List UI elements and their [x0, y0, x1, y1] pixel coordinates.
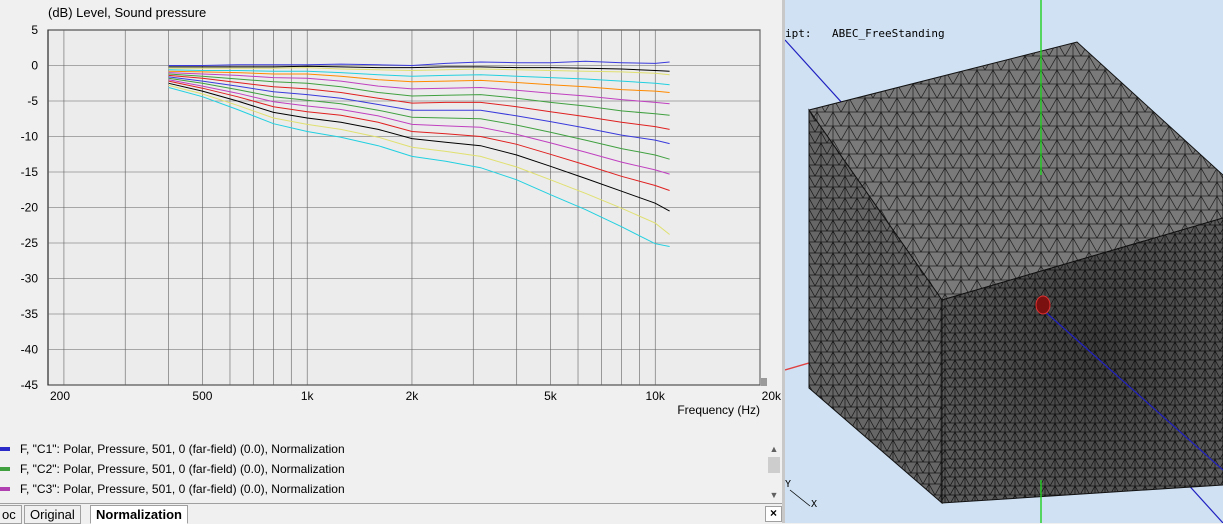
axis-y-indicator: Y — [785, 479, 792, 490]
tab-original[interactable]: Original — [24, 505, 81, 524]
x-tick-label: 2k — [406, 389, 420, 403]
x-tick-label: 1k — [301, 389, 315, 403]
legend-label: F, "C3": Polar, Pressure, 501, 0 (far-fi… — [20, 482, 345, 496]
legend-scrollbar[interactable]: ▲ ▼ — [766, 441, 782, 503]
script-name: ABEC_FreeStanding — [832, 27, 945, 40]
y-axis-label: (dB) Level, Sound pressure — [48, 5, 206, 20]
scroll-thumb[interactable] — [768, 457, 780, 473]
mesh-view-panel[interactable]: ipt: ABEC_FreeStanding Y X — [785, 0, 1223, 523]
y-tick-label: -25 — [21, 236, 39, 250]
x-tick-label: 500 — [192, 389, 212, 403]
sound-pressure-chart: 5 0 -5 -10 -15 -20 -25 -30 -35 -40 -45 200 500 1k 2k 5k… — [0, 0, 782, 430]
legend-list: F, "C1": Polar, Pressure, 501, 0 (far-fi… — [0, 440, 762, 502]
source-driver-marker — [1035, 295, 1051, 315]
y-tick-label: -5 — [27, 94, 38, 108]
y-tick-label: -45 — [21, 378, 39, 392]
x-tick-label: 200 — [50, 389, 70, 403]
legend-swatch — [0, 487, 10, 491]
legend-swatch — [0, 467, 10, 471]
x-axis-label: Frequency (Hz) — [677, 403, 760, 417]
legend-label: F, "C2": Polar, Pressure, 501, 0 (far-fi… — [20, 462, 345, 476]
x-tick-label: 20k — [762, 389, 782, 403]
scroll-up-arrow-icon[interactable]: ▲ — [766, 443, 782, 455]
y-tick-label: -20 — [21, 201, 39, 215]
plot-resize-handle[interactable] — [761, 378, 767, 386]
x-tick-label: 10k — [646, 389, 666, 403]
y-tick-label: -35 — [21, 307, 39, 321]
scroll-down-arrow-icon[interactable]: ▼ — [766, 489, 782, 501]
close-button[interactable]: × — [765, 506, 782, 522]
y-tick-label: 5 — [31, 23, 38, 37]
y-tick-label: -15 — [21, 165, 39, 179]
axis-x-indicator: X — [811, 499, 818, 510]
graph-panel: 5 0 -5 -10 -15 -20 -25 -30 -35 -40 -45 200 500 1k 2k 5k… — [0, 0, 782, 524]
mesh-3d-view[interactable] — [785, 0, 1223, 523]
tab-oc[interactable]: oc — [0, 505, 22, 524]
legend-label: F, "C1": Polar, Pressure, 501, 0 (far-fi… — [20, 442, 345, 456]
y-tick-label: -10 — [21, 130, 39, 144]
script-label: ipt: — [785, 27, 812, 40]
tab-bar: oc Original Normalization — [0, 503, 782, 524]
x-tick-label: 5k — [544, 389, 558, 403]
y-tick-label: -40 — [21, 343, 39, 357]
legend-swatch — [0, 447, 10, 451]
y-tick-label: -30 — [21, 272, 39, 286]
y-tick-label: 0 — [31, 59, 38, 73]
tab-normalization[interactable]: Normalization — [90, 505, 188, 524]
